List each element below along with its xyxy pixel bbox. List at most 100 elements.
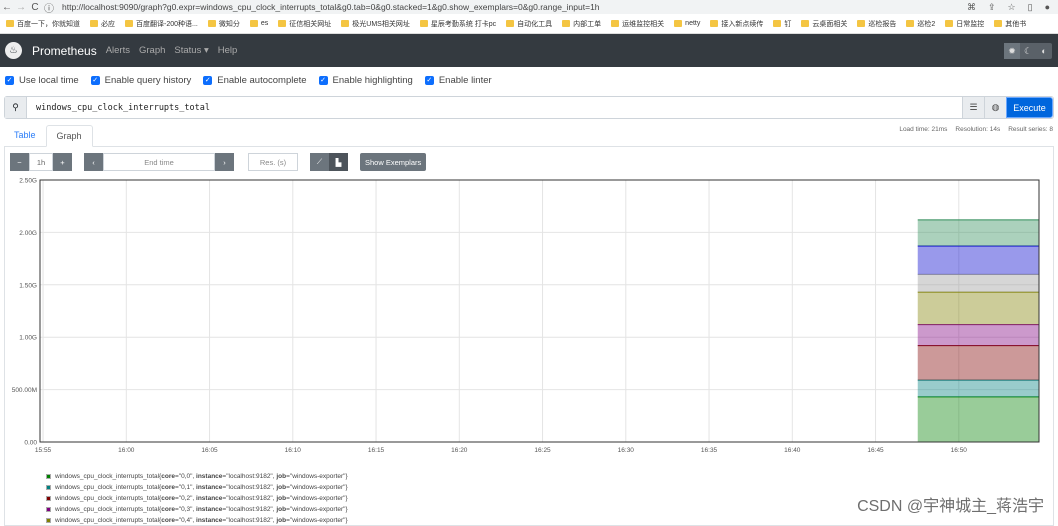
contrast-icon[interactable]: ◐	[1036, 43, 1052, 59]
bookmark-label: 巡检2	[917, 20, 936, 28]
tab-table[interactable]: Table	[4, 125, 46, 147]
bookmark-item[interactable]: 微知分	[207, 19, 240, 29]
bookmark-label: 百度翻译-200种语...	[136, 20, 198, 28]
bookmark-item[interactable]: 星辰考勤系统 打卡pc	[419, 19, 496, 29]
checkbox-checked-icon[interactable]: ✓	[90, 76, 100, 85]
expression-input[interactable]: windows_cpu_clock_interrupts_total	[27, 97, 962, 118]
legend-item[interactable]: windows_cpu_clock_interrupts_total{core=…	[46, 515, 348, 526]
brand[interactable]: Prometheus	[32, 44, 97, 58]
checkbox-checked-icon[interactable]: ✓	[5, 76, 14, 85]
bookmark-item[interactable]: es	[249, 20, 268, 27]
legend-item[interactable]: windows_cpu_clock_interrupts_total{core=…	[46, 493, 348, 504]
metrics-explorer-icon[interactable]: ☰	[962, 97, 984, 118]
bookmark-label: 云桌面相关	[812, 20, 848, 28]
option-checkbox[interactable]: ✓ Enable autocomplete	[203, 75, 307, 86]
gear-icon[interactable]: ✹	[1004, 43, 1020, 59]
bookmark-item[interactable]: 必应	[90, 19, 115, 29]
star-icon[interactable]: ☆	[1008, 2, 1016, 13]
moon-icon[interactable]: ☾	[1020, 43, 1036, 59]
resolution-input[interactable]: Res. (s)	[248, 153, 298, 171]
bookmark-item[interactable]: 百度翻译-200种语...	[125, 19, 198, 29]
bookmark-item[interactable]: 自动化工具	[506, 19, 552, 29]
bookmark-item[interactable]: 其他书	[994, 19, 1026, 29]
bookmark-item[interactable]: 巡检2	[906, 19, 935, 29]
folder-icon	[125, 20, 133, 27]
series-area	[917, 380, 1039, 397]
legend: windows_cpu_clock_interrupts_total{core=…	[46, 471, 348, 526]
x-tick-label: 16:50	[951, 447, 968, 454]
reload-icon[interactable]: C	[28, 2, 42, 13]
execute-button[interactable]: Execute	[1006, 97, 1053, 118]
bookmark-label: 内部工单	[573, 20, 602, 28]
nav-graph[interactable]: Graph	[139, 45, 165, 56]
bookmark-item[interactable]: 极光UMS相关网址	[341, 19, 410, 29]
bookmark-item[interactable]: 运维监控相关	[611, 19, 664, 29]
x-tick-label: 16:30	[618, 447, 635, 454]
series-area	[917, 274, 1039, 293]
sidebar-icon[interactable]: ▯	[1028, 2, 1033, 13]
folder-icon	[90, 20, 98, 27]
legend-item[interactable]: windows_cpu_clock_interrupts_total{core=…	[46, 482, 348, 493]
folder-icon	[906, 20, 915, 27]
bookmark-label: 其他书	[1005, 20, 1027, 28]
checkbox-checked-icon[interactable]: ✓	[318, 76, 328, 85]
line-chart-icon[interactable]: ⟋	[310, 153, 329, 171]
nav-help[interactable]: Help	[218, 45, 238, 56]
checkbox-checked-icon[interactable]: ✓	[203, 76, 213, 85]
legend-label: windows_cpu_clock_interrupts_total{core=…	[55, 495, 348, 502]
bookmark-item[interactable]: 日常监控	[945, 19, 984, 29]
folder-icon	[611, 20, 620, 27]
bookmark-label: 钉	[784, 20, 792, 28]
bookmark-item[interactable]: 云桌面相关	[801, 19, 847, 29]
profile-icon[interactable]: ●	[1045, 2, 1050, 13]
series-area	[917, 219, 1039, 247]
bookmark-item[interactable]: 钉	[773, 19, 791, 29]
previous-time-button[interactable]: ‹	[84, 153, 103, 171]
bookmark-item[interactable]: netty	[674, 20, 700, 27]
bookmark-item[interactable]: 巡检报告	[857, 19, 896, 29]
y-tick-label: 2.50G	[19, 178, 37, 185]
bookmark-item[interactable]: 接入新点续传	[710, 19, 763, 29]
stacked-area-chart[interactable]: 0.00 500.00M 1.00G 1.50G 2.00G 2.50G 15:55 16:0…	[0, 176, 1058, 461]
forward-icon[interactable]: →	[14, 2, 28, 13]
tab-graph[interactable]: Graph	[45, 125, 93, 147]
decrease-range-button[interactable]: −	[10, 153, 29, 171]
legend-item[interactable]: windows_cpu_clock_interrupts_total{core=…	[46, 504, 348, 515]
folder-icon	[341, 20, 350, 27]
url-field[interactable]: http://localhost:9090/graph?g0.expr=wind…	[62, 2, 600, 12]
option-checkbox[interactable]: ✓ Use local time	[5, 75, 79, 86]
legend-label: windows_cpu_clock_interrupts_total{core=…	[55, 506, 348, 513]
translate-icon[interactable]: ⌘	[967, 2, 976, 13]
globe-icon[interactable]: ◍	[984, 97, 1006, 118]
legend-item[interactable]: windows_cpu_clock_interrupts_total{core=…	[46, 471, 348, 482]
back-icon[interactable]: ←	[0, 2, 14, 13]
increase-range-button[interactable]: +	[53, 153, 72, 171]
theme-switcher: ✹ ☾ ◐	[1004, 43, 1052, 59]
browser-address-bar: ← → C ⓘ http://localhost:9090/graph?g0.e…	[0, 0, 1058, 15]
bookmark-item[interactable]: 百度一下，你就知道	[6, 19, 80, 29]
bookmark-item[interactable]: 内部工单	[562, 19, 601, 29]
next-time-button[interactable]: ›	[215, 153, 234, 171]
range-input[interactable]: 1h	[29, 153, 53, 171]
query-stats: Load time: 21ms Resolution: 14s Result s…	[899, 126, 1053, 133]
option-checkbox[interactable]: ✓ Enable query history	[90, 75, 191, 86]
option-checkbox[interactable]: ✓ Enable linter	[424, 75, 492, 86]
checkbox-checked-icon[interactable]: ✓	[424, 76, 434, 85]
bookmark-label: 日常监控	[956, 20, 985, 28]
legend-swatch	[46, 474, 51, 479]
legend-swatch	[46, 485, 51, 490]
legend-label: windows_cpu_clock_interrupts_total{core=…	[55, 517, 348, 524]
share-icon[interactable]: ⇪	[988, 2, 996, 13]
option-checkbox[interactable]: ✓ Enable highlighting	[318, 75, 413, 86]
bookmarks-bar: 百度一下，你就知道 必应 百度翻译-200种语... 微知分 es 征信相关网址 极光UMS…	[0, 14, 1058, 34]
navbar: ♨ Prometheus Alerts Graph Status ▾ Help …	[0, 34, 1058, 67]
x-tick-label: 16:10	[285, 447, 302, 454]
nav-status[interactable]: Status ▾	[174, 45, 208, 56]
folder-icon	[562, 20, 571, 27]
bookmark-item[interactable]: 征信相关网址	[278, 19, 331, 29]
nav-alerts[interactable]: Alerts	[106, 45, 130, 56]
end-time-input[interactable]: End time	[103, 153, 215, 171]
show-exemplars-button[interactable]: Show Exemplars	[360, 153, 427, 171]
prometheus-logo-icon[interactable]: ♨	[5, 42, 22, 59]
stacked-chart-icon[interactable]: ▙	[329, 153, 348, 171]
